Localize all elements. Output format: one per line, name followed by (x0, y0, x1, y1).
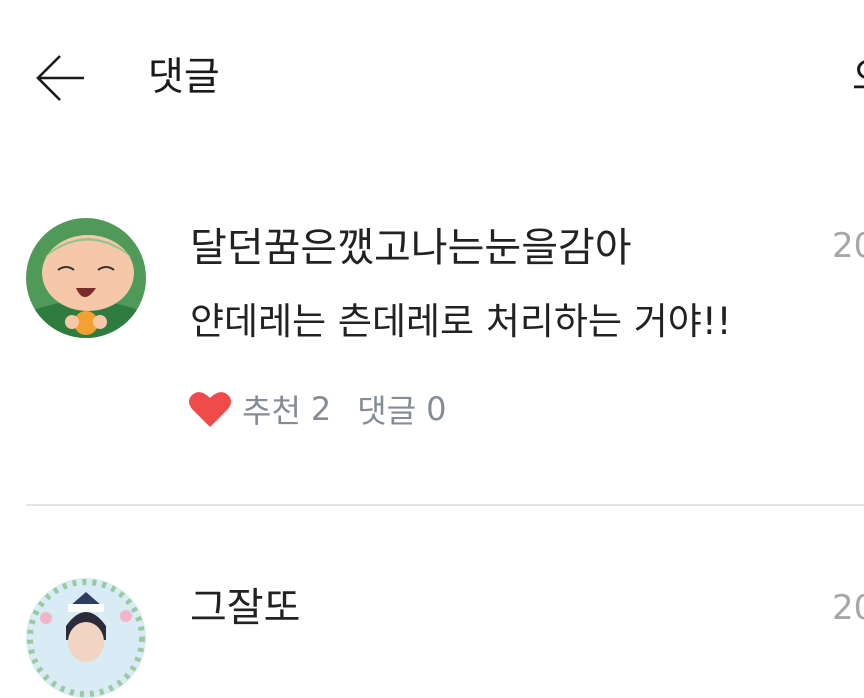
like-label: 추천 (242, 392, 301, 430)
comment-text: 얀데레는 츤데레로 처리하는 거야!! (190, 300, 732, 343)
reply-button[interactable]: 댓글 0 (357, 386, 446, 432)
avatar-image (26, 218, 146, 338)
reply-label: 댓글 (357, 392, 417, 430)
avatar[interactable] (26, 218, 146, 338)
comment-author: 달던꿈은깼고나는눈을감아 (190, 225, 632, 271)
like-count: 2 (310, 390, 332, 428)
reply-count: 0 (426, 390, 447, 428)
divider (26, 504, 864, 506)
avatar-image (26, 578, 146, 698)
header-right-text: 으 (852, 52, 864, 104)
app-header: 댓글 으 (0, 0, 864, 150)
heart-icon (189, 392, 231, 427)
comment-author: 그잘또 (190, 585, 301, 631)
comment-date: 20 (832, 226, 864, 266)
comment-date: 20 (832, 588, 864, 628)
page-title: 댓글 (148, 55, 220, 100)
avatar[interactable] (26, 578, 146, 698)
arrow-left-icon (36, 55, 84, 101)
back-button[interactable] (34, 52, 88, 104)
comment-actions: 추천 2 댓글 0 (188, 386, 447, 432)
like-button[interactable] (188, 389, 232, 429)
